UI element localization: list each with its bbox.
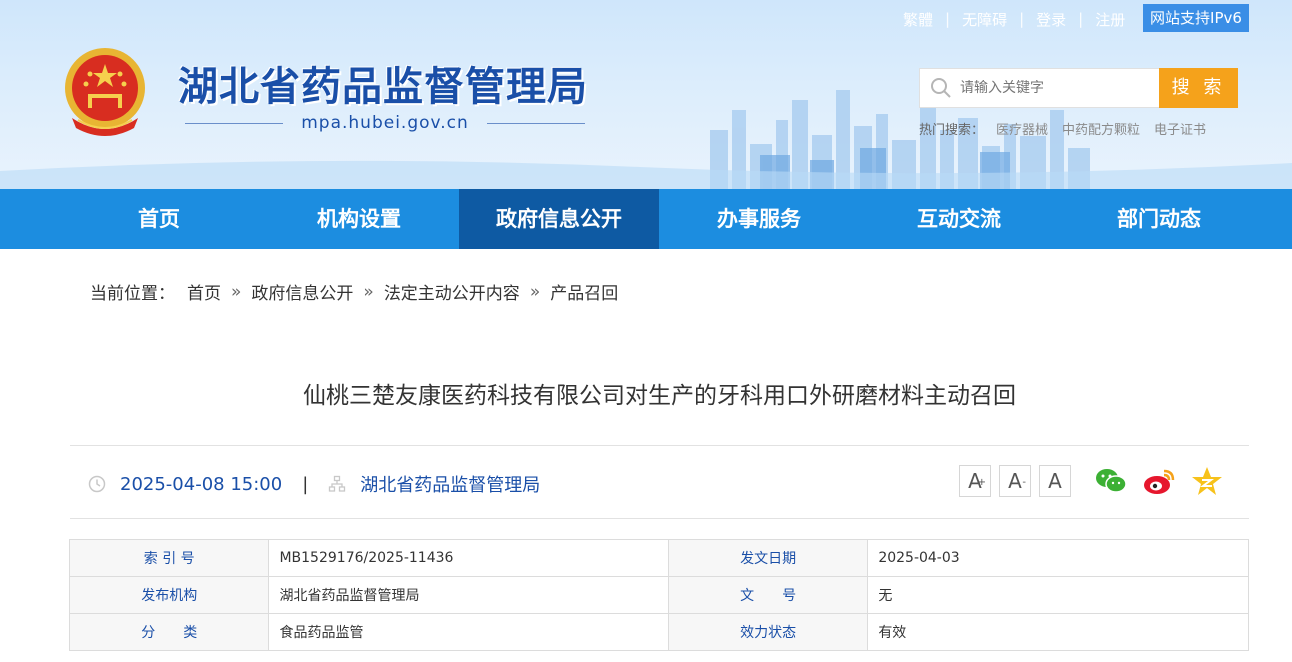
font-decrease-label: A bbox=[1008, 469, 1022, 493]
breadcrumb-home[interactable]: 首页 bbox=[187, 279, 221, 304]
nav-home[interactable]: 首页 bbox=[59, 189, 259, 249]
category-value: 食品药品监管 bbox=[268, 613, 669, 651]
font-increase-sign: + bbox=[977, 477, 986, 488]
table-row: 索 引 号 MB1529176/2025-11436 发文日期 2025-04-… bbox=[68, 539, 1249, 577]
divider bbox=[70, 445, 1249, 446]
nav-news[interactable]: 部门动态 bbox=[1059, 189, 1259, 249]
wechat-icon[interactable] bbox=[1094, 465, 1128, 497]
qzone-icon[interactable] bbox=[1190, 465, 1224, 497]
font-decrease-button[interactable]: A- bbox=[999, 465, 1031, 497]
index-number-value: MB1529176/2025-11436 bbox=[268, 539, 669, 577]
article-meta: 2025-04-08 15:00 | 湖北省药品监督管理局 bbox=[88, 471, 540, 497]
hot-search-item[interactable]: 中药配方颗粒 bbox=[1062, 119, 1140, 138]
breadcrumb: 当前位置： 首页 » 政府信息公开 » 法定主动公开内容 » 产品召回 bbox=[90, 279, 618, 305]
hot-searches: 热门搜索： 医疗器械 中药配方颗粒 电子证书 bbox=[919, 119, 1220, 138]
nav-gov-info[interactable]: 政府信息公开 bbox=[459, 189, 659, 249]
domain-line-left bbox=[185, 122, 284, 124]
breadcrumb-sep: » bbox=[529, 281, 541, 302]
font-increase-button[interactable]: A + bbox=[959, 465, 991, 497]
index-number-label: 索 引 号 bbox=[68, 539, 270, 577]
main-nav: 首页 机构设置 政府信息公开 办事服务 互动交流 部门动态 bbox=[0, 189, 1292, 249]
clock-icon bbox=[88, 475, 106, 493]
search-button[interactable]: 搜 索 bbox=[1159, 68, 1238, 108]
table-row: 发布机构 湖北省药品监督管理局 文 号 无 bbox=[68, 576, 1249, 614]
breadcrumb-recall[interactable]: 产品召回 bbox=[550, 279, 618, 304]
category-label: 分 类 bbox=[68, 613, 270, 651]
login-link[interactable]: 登录 bbox=[1036, 9, 1066, 30]
font-decrease-sign: - bbox=[1022, 477, 1026, 488]
site-title: 湖北省药品监督管理局 bbox=[178, 64, 588, 110]
site-domain: mpa.hubei.gov.cn bbox=[185, 113, 585, 133]
top-links: 繁體 | 无障碍 | 登录 | 注册 bbox=[903, 8, 1125, 30]
breadcrumb-statutory[interactable]: 法定主动公开内容 bbox=[384, 279, 520, 304]
publish-datetime: 2025-04-08 15:00 bbox=[120, 473, 283, 495]
traditional-chinese-link[interactable]: 繁體 bbox=[903, 9, 933, 30]
domain-text: mpa.hubei.gov.cn bbox=[301, 113, 469, 133]
hot-search-label: 热门搜索： bbox=[919, 123, 985, 138]
breadcrumb-sep: » bbox=[231, 281, 242, 302]
issuer-value: 湖北省药品监督管理局 bbox=[268, 576, 669, 614]
hot-search-item[interactable]: 医疗器械 bbox=[996, 119, 1048, 138]
header-wave bbox=[0, 160, 1292, 189]
breadcrumb-sep: » bbox=[363, 281, 374, 302]
document-info-table: 索 引 号 MB1529176/2025-11436 发文日期 2025-04-… bbox=[68, 539, 1249, 651]
breadcrumb-gov-info[interactable]: 政府信息公开 bbox=[251, 279, 353, 304]
national-emblem-icon bbox=[65, 48, 145, 136]
table-row: 分 类 食品药品监管 效力状态 有效 bbox=[68, 613, 1249, 651]
hot-search-item[interactable]: 电子证书 bbox=[1154, 119, 1206, 138]
domain-line-right bbox=[486, 122, 585, 124]
issue-date-value: 2025-04-03 bbox=[867, 539, 1249, 577]
link-separator: | bbox=[1019, 10, 1025, 28]
accessibility-link[interactable]: 无障碍 bbox=[962, 9, 1007, 30]
organization-icon bbox=[329, 475, 346, 492]
weibo-icon[interactable] bbox=[1142, 465, 1176, 497]
nav-services[interactable]: 办事服务 bbox=[659, 189, 859, 249]
issuer-label: 发布机构 bbox=[68, 576, 270, 614]
article-title: 仙桃三楚友康医药科技有限公司对生产的牙科用口外研磨材料主动召回 bbox=[303, 383, 1016, 409]
font-reset-button[interactable]: A bbox=[1039, 465, 1071, 497]
font-reset-label: A bbox=[1048, 469, 1062, 493]
meta-separator: | bbox=[302, 473, 309, 495]
register-link[interactable]: 注册 bbox=[1095, 9, 1125, 30]
nav-interaction[interactable]: 互动交流 bbox=[859, 189, 1059, 249]
article-source: 湖北省药品监督管理局 bbox=[360, 475, 541, 496]
validity-value: 有效 bbox=[867, 613, 1249, 651]
link-separator: | bbox=[1078, 10, 1084, 28]
site-header: 繁體 | 无障碍 | 登录 | 注册 网站支持IPv6 湖北省药品监督管理局 m… bbox=[0, 0, 1292, 189]
search-box bbox=[919, 68, 1159, 108]
nav-organization[interactable]: 机构设置 bbox=[259, 189, 459, 249]
doc-number-label: 文 号 bbox=[667, 576, 869, 614]
validity-label: 效力状态 bbox=[667, 613, 869, 651]
search-input[interactable] bbox=[960, 80, 1159, 96]
link-separator: | bbox=[945, 10, 951, 28]
breadcrumb-label: 当前位置： bbox=[90, 284, 175, 304]
search-icon bbox=[931, 78, 951, 98]
doc-number-value: 无 bbox=[867, 576, 1249, 614]
issue-date-label: 发文日期 bbox=[667, 539, 869, 577]
ipv6-badge[interactable]: 网站支持IPv6 bbox=[1143, 4, 1249, 32]
divider bbox=[70, 518, 1249, 519]
